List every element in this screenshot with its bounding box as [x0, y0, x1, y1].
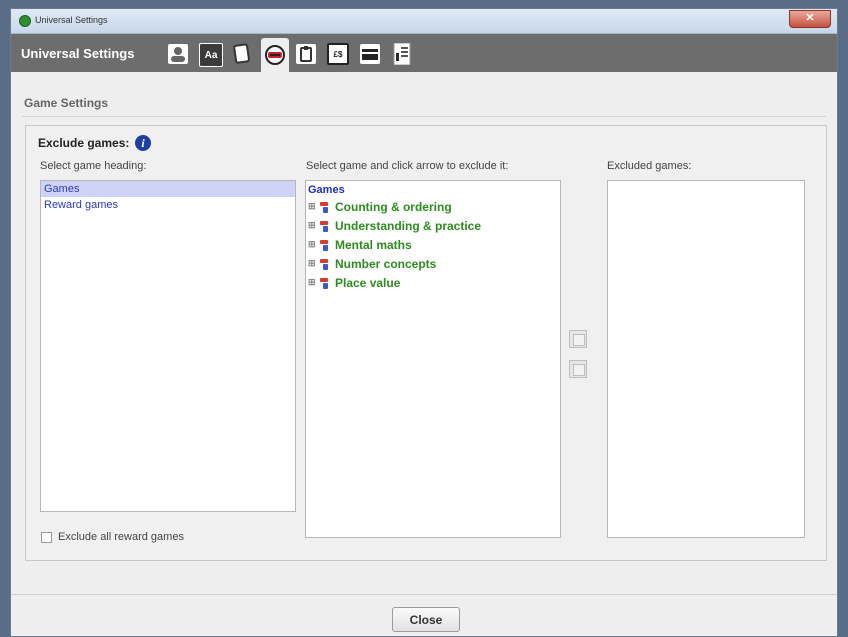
- tree-item[interactable]: ⊞ Mental maths: [306, 235, 560, 254]
- window-icon: [360, 44, 380, 64]
- info-icon[interactable]: i: [135, 135, 151, 151]
- card-icon: [233, 43, 250, 64]
- font-settings-button[interactable]: Aa: [199, 43, 223, 67]
- user-settings-button[interactable]: [167, 43, 189, 65]
- title-bar: Universal Settings ✕: [11, 9, 837, 34]
- toolbar-title: Universal Settings: [21, 46, 135, 61]
- settings-window: Universal Settings ✕ Universal Settings …: [10, 8, 838, 637]
- tree-item-label: Number concepts: [335, 256, 437, 271]
- document-list-icon: [393, 43, 411, 65]
- expand-icon[interactable]: ⊞: [308, 201, 317, 212]
- group-title: Exclude games:: [38, 136, 130, 150]
- window-title: Universal Settings: [35, 15, 108, 25]
- game-controller-icon: [265, 45, 285, 65]
- footer-divider: [11, 594, 837, 595]
- tree-item-label: Counting & ordering: [335, 199, 452, 214]
- game-category-icon: [319, 220, 331, 232]
- tree-root[interactable]: Games: [306, 181, 560, 197]
- exclude-games-group: Exclude games: i Select game heading: Se…: [25, 125, 827, 561]
- headings-label: Select game heading:: [40, 160, 147, 172]
- tree-item-label: Place value: [335, 275, 401, 290]
- user-icon: [168, 44, 188, 64]
- exclude-reward-label: Exclude all reward games: [58, 531, 184, 543]
- close-button[interactable]: Close: [392, 607, 460, 632]
- expand-icon[interactable]: ⊞: [308, 277, 317, 288]
- clipboard-settings-button[interactable]: [295, 43, 317, 65]
- excluded-label: Excluded games:: [607, 160, 692, 172]
- game-tree: Games ⊞ Counting & ordering ⊞ Understand…: [305, 180, 561, 538]
- settings-toolbar: Universal Settings Aa £$: [11, 34, 837, 72]
- tree-item-label: Understanding & practice: [335, 218, 482, 233]
- exclude-reward-row[interactable]: Exclude all reward games: [41, 531, 184, 543]
- game-category-icon: [319, 239, 331, 251]
- tree-item-label: Mental maths: [335, 237, 412, 252]
- font-icon: Aa: [204, 49, 218, 61]
- tree-item[interactable]: ⊞ Counting & ordering: [306, 197, 560, 216]
- document-settings-button[interactable]: [391, 43, 413, 65]
- heading-item-games[interactable]: Games: [41, 181, 295, 197]
- currency-settings-button[interactable]: £$: [327, 43, 349, 65]
- expand-icon[interactable]: ⊞: [308, 258, 317, 269]
- window-close-button[interactable]: ✕: [789, 10, 831, 28]
- include-arrow-button[interactable]: [569, 360, 587, 378]
- tree-item[interactable]: ⊞ Place value: [306, 273, 560, 292]
- exclude-reward-checkbox[interactable]: [41, 531, 52, 543]
- heading-item-reward-games[interactable]: Reward games: [41, 197, 295, 213]
- game-category-icon: [319, 258, 331, 270]
- game-settings-button[interactable]: [261, 38, 289, 72]
- expand-icon[interactable]: ⊞: [308, 239, 317, 250]
- arrow-right-icon: [573, 334, 585, 346]
- tree-item[interactable]: ⊞ Understanding & practice: [306, 216, 560, 235]
- app-icon: [19, 15, 31, 27]
- tree-item[interactable]: ⊞ Number concepts: [306, 254, 560, 273]
- clipboard-icon: [296, 44, 316, 64]
- expand-icon[interactable]: ⊞: [308, 220, 317, 231]
- section-title: Game Settings: [24, 96, 109, 110]
- game-category-icon: [319, 201, 331, 213]
- arrow-left-icon: [573, 364, 585, 376]
- window-settings-button[interactable]: [359, 43, 381, 65]
- card-settings-button[interactable]: [231, 43, 253, 65]
- currency-icon: £$: [333, 49, 343, 59]
- exclude-arrow-button[interactable]: [569, 330, 587, 348]
- game-heading-list: Games Reward games: [40, 180, 296, 512]
- excluded-games-list[interactable]: [607, 180, 805, 538]
- game-category-icon: [319, 277, 331, 289]
- games-label: Select game and click arrow to exclude i…: [306, 160, 509, 172]
- section-divider: [22, 116, 826, 117]
